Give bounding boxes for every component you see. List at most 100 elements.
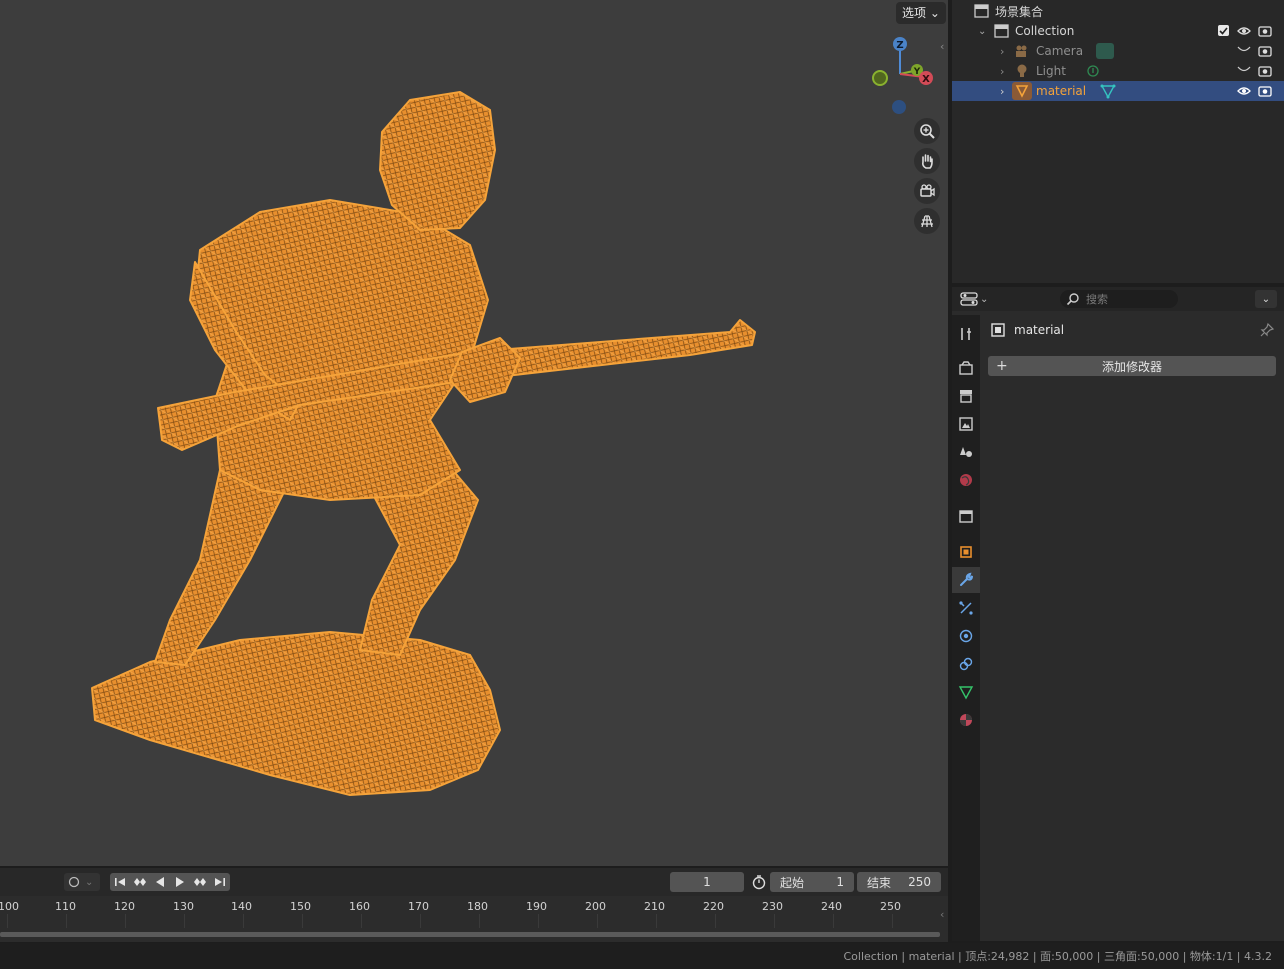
light-data-icon[interactable] <box>1086 64 1100 78</box>
gizmo-neg-z-axis[interactable] <box>892 100 906 114</box>
editor-type-dropdown[interactable]: ⌄ <box>960 290 992 308</box>
render-icon <box>959 361 973 375</box>
particles-tab[interactable] <box>952 595 980 621</box>
end-frame-field[interactable]: 结束 250 <box>857 872 941 892</box>
tick-label: 170 <box>408 900 429 913</box>
chevron-right-icon[interactable]: › <box>1000 45 1004 58</box>
gizmo-neg-y-axis[interactable] <box>872 70 888 86</box>
render-camera-icon[interactable] <box>1258 44 1272 57</box>
viewport-options-dropdown[interactable]: 选项 ⌄ <box>896 2 946 24</box>
play-button[interactable] <box>170 873 190 891</box>
eye-icon[interactable] <box>1237 25 1251 37</box>
chevron-down-icon: ⌄ <box>85 876 94 888</box>
camera-icon[interactable] <box>914 178 940 204</box>
tick-line <box>833 914 834 928</box>
jump-to-keyframe-prev-button[interactable] <box>130 873 150 891</box>
object-properties-icon <box>960 546 972 558</box>
scene-tab[interactable] <box>952 439 980 465</box>
tick-label: 230 <box>762 900 783 913</box>
current-frame-value: 1 <box>703 875 711 889</box>
material-tab[interactable] <box>952 707 980 733</box>
tick-label: 220 <box>703 900 724 913</box>
chevron-left-icon[interactable]: ‹ <box>940 908 944 921</box>
chevron-down-icon[interactable]: ⌄ <box>1255 290 1277 308</box>
tick-label: 210 <box>644 900 665 913</box>
play-reverse-button[interactable] <box>150 873 170 891</box>
eye-closed-icon[interactable] <box>1237 66 1251 74</box>
tick-label: 180 <box>467 900 488 913</box>
navigation-gizmo[interactable]: Z Y X <box>860 34 940 120</box>
tick-line <box>243 914 244 928</box>
stopwatch-icon[interactable] <box>751 874 767 890</box>
start-frame-field[interactable]: 起始 1 <box>770 872 854 892</box>
properties-search-input[interactable]: 搜索 <box>1060 290 1178 308</box>
tick-line <box>7 914 8 928</box>
add-modifier-button[interactable]: + 添加修改器 <box>988 356 1276 376</box>
keying-dropdown[interactable]: ⌄ <box>64 873 100 891</box>
data-tab[interactable] <box>952 679 980 705</box>
tick-line <box>420 914 421 928</box>
start-label: 起始 <box>780 875 805 890</box>
3d-viewport[interactable]: 选项 ⌄ Z Y X ‹ <box>0 0 948 866</box>
eye-closed-icon[interactable] <box>1237 46 1251 54</box>
timeline-scrubber[interactable]: 100 110 120 130 140 150 160 170 180 190 … <box>0 896 948 942</box>
tool-tab[interactable] <box>952 321 980 347</box>
constraints-tab[interactable] <box>952 651 980 677</box>
output-icon <box>960 390 972 403</box>
hand-icon[interactable] <box>914 148 940 174</box>
outliner-item-label: Light <box>1036 64 1066 78</box>
output-tab[interactable] <box>952 383 980 409</box>
physics-tab[interactable] <box>952 623 980 649</box>
collection-properties-icon <box>959 510 973 523</box>
tick-line <box>715 914 716 928</box>
outliner-row-material[interactable]: › material <box>952 81 1284 101</box>
tick-line <box>184 914 185 928</box>
mesh-object-icon <box>1012 82 1032 100</box>
timeline-scrollbar[interactable] <box>0 932 940 937</box>
object-tab[interactable] <box>952 539 980 565</box>
outliner-row-collection[interactable]: ⌄ Collection <box>952 21 1284 41</box>
jump-to-end-button[interactable] <box>210 873 230 891</box>
chevron-right-icon[interactable]: › <box>1000 65 1004 78</box>
outliner: 场景集合 ⌄ Collection › Camera › Light › mat… <box>952 0 1284 283</box>
tick-label: 250 <box>880 900 901 913</box>
zoom-icon[interactable] <box>914 118 940 144</box>
outliner-row-light[interactable]: › Light <box>952 61 1284 81</box>
render-tab[interactable] <box>952 355 980 381</box>
outliner-row-scene-collection[interactable]: 场景集合 <box>952 1 1284 21</box>
chevron-down-icon: ⌄ <box>980 293 989 305</box>
mesh-data-icon <box>958 686 974 700</box>
chevron-right-icon[interactable]: › <box>1000 85 1004 98</box>
camera-data-icon[interactable] <box>1096 43 1114 59</box>
view-layer-tab[interactable] <box>952 411 980 437</box>
render-camera-icon[interactable] <box>1258 64 1272 77</box>
tick-line <box>302 914 303 928</box>
tick-line <box>656 914 657 928</box>
render-camera-icon[interactable] <box>1258 24 1272 37</box>
jump-to-keyframe-next-button[interactable] <box>190 873 210 891</box>
collection-tab[interactable] <box>952 503 980 529</box>
search-icon <box>1066 293 1079 306</box>
properties-object-name: material <box>1014 323 1065 337</box>
world-tab[interactable] <box>952 467 980 493</box>
scene-collection-icon <box>974 4 989 18</box>
tick-label: 160 <box>349 900 370 913</box>
mesh-data-icon[interactable] <box>1100 83 1116 99</box>
wrench-icon <box>960 572 973 586</box>
jump-to-start-button[interactable] <box>110 873 130 891</box>
modifier-tab[interactable] <box>952 567 980 593</box>
chevron-down-icon[interactable]: ⌄ <box>978 26 986 37</box>
chevron-left-icon[interactable]: ‹ <box>940 40 944 53</box>
outliner-row-camera[interactable]: › Camera <box>952 41 1284 61</box>
pin-icon[interactable] <box>1259 322 1275 338</box>
grid-icon[interactable] <box>914 208 940 234</box>
camera-object-icon <box>1016 45 1027 57</box>
wireframe-model[interactable] <box>0 0 948 866</box>
collection-checkbox[interactable] <box>1218 25 1229 36</box>
eye-icon[interactable] <box>1237 85 1251 97</box>
render-camera-icon[interactable] <box>1258 84 1272 97</box>
tick-label: 140 <box>231 900 252 913</box>
gizmo-x-label: X <box>922 74 930 85</box>
tick-label: 150 <box>290 900 311 913</box>
current-frame-field[interactable]: 1 <box>670 872 744 892</box>
